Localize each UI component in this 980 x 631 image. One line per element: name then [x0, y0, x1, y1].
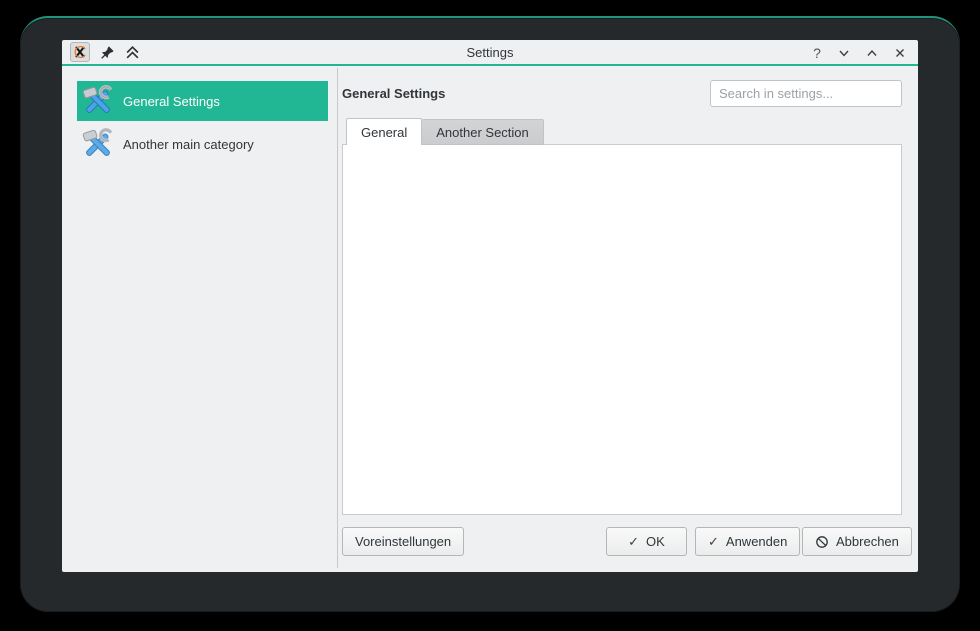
tab-label: General — [361, 124, 408, 140]
ok-button[interactable]: ✓ OK — [606, 527, 687, 556]
maximize-button[interactable] — [864, 45, 880, 61]
apply-label: Anwenden — [725, 534, 788, 549]
shade-button[interactable] — [836, 45, 852, 61]
apply-button[interactable]: ✓ Anwenden — [695, 527, 801, 556]
check-icon: ✓ — [628, 533, 640, 549]
tab-another-section[interactable]: Another Section — [422, 119, 544, 145]
tools-icon — [81, 128, 113, 159]
sidebar-item-label: General Settings — [123, 93, 220, 109]
chevron-down-icon — [839, 50, 849, 57]
defaults-label: Voreinstellungen — [355, 534, 452, 549]
window-title: Settings — [466, 44, 514, 60]
pin-button[interactable] — [99, 44, 115, 60]
tab-general[interactable]: General — [346, 118, 423, 145]
tab-content-panel — [342, 144, 902, 515]
tab-label: Another Section — [436, 124, 529, 140]
tools-icon — [81, 85, 113, 116]
close-icon — [896, 49, 904, 57]
titlebar: Settings ? — [62, 40, 918, 66]
ok-label: OK — [646, 534, 665, 549]
page-title: General Settings — [342, 86, 446, 101]
help-button[interactable]: ? — [810, 45, 824, 61]
check-icon: ✓ — [708, 533, 719, 549]
window-frame: Settings ? General Settings Another main… — [20, 16, 960, 612]
sidebar-item-label: Another main category — [123, 136, 254, 152]
titlebar-right-icons: ? — [810, 42, 908, 64]
pin-icon — [100, 45, 114, 59]
tab-bar: General Another Section — [346, 118, 544, 145]
defaults-button[interactable]: Voreinstellungen — [342, 527, 465, 556]
category-sidebar: General Settings Another main category — [62, 68, 337, 572]
cancel-icon — [816, 535, 828, 548]
sidebar-item-another-category[interactable]: Another main category — [77, 124, 328, 164]
close-button[interactable] — [892, 45, 908, 61]
cancel-label: Abbrechen — [836, 534, 899, 549]
chevron-up-icon — [867, 49, 877, 56]
keep-above-button[interactable] — [124, 44, 140, 60]
sidebar-separator — [337, 68, 338, 568]
keep-above-icon — [126, 45, 138, 58]
sidebar-item-general-settings[interactable]: General Settings — [77, 81, 328, 121]
cancel-button[interactable]: Abbrechen — [802, 527, 912, 556]
titlebar-left-icons — [70, 42, 140, 62]
app-menu-button[interactable] — [70, 42, 90, 62]
settings-search-input[interactable] — [710, 80, 902, 107]
settings-window: Settings ? General Settings Another main… — [62, 40, 918, 572]
xorg-app-icon — [74, 45, 86, 59]
